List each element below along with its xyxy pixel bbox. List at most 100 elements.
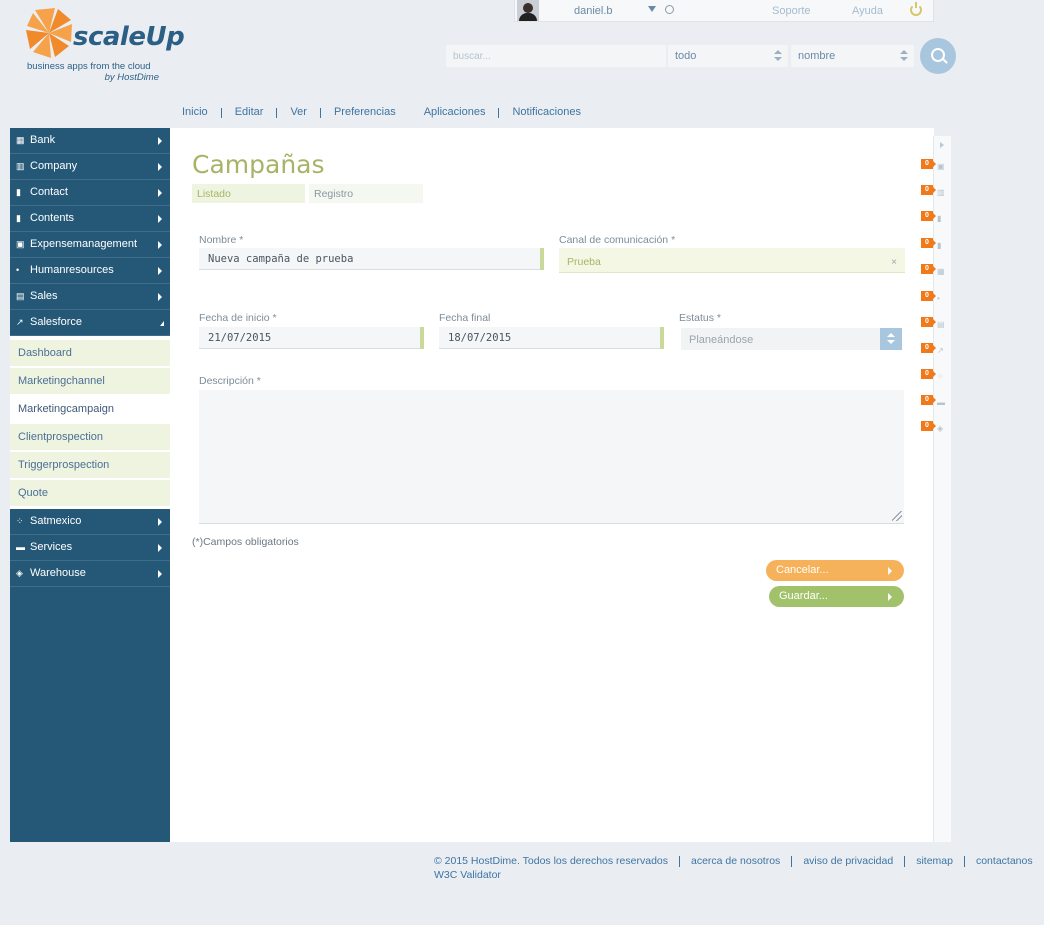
help-link[interactable]: Ayuda (852, 5, 883, 17)
estatus-select[interactable]: Planeándose (681, 328, 902, 350)
search-input[interactable]: buscar... (446, 45, 666, 67)
sidebar-subitem-dashboard[interactable]: Dashboard (10, 340, 170, 366)
estatus-value: Planeándose (689, 334, 754, 346)
grid-icon: ⁘ (16, 516, 24, 526)
money-icon: ▣ (16, 239, 25, 249)
notification-contact-book[interactable]: 0 ▮ (921, 211, 949, 227)
sidebar-subitem-marketingcampaign[interactable]: Marketingcampaign (10, 396, 170, 422)
notification-people[interactable]: 0 • (921, 291, 949, 307)
updown-icon (774, 50, 782, 62)
notification-bank[interactable]: 0 ▦ (921, 264, 949, 280)
sidebar-subitem-marketingchannel[interactable]: Marketingchannel (10, 368, 170, 394)
fecha-inicio-field[interactable]: 21/07/2015 (199, 327, 424, 349)
chevron-down-icon (160, 321, 164, 326)
menu-divider (276, 108, 278, 118)
notification-badge: 0 (921, 343, 936, 353)
page-title: Campañas (192, 150, 325, 179)
chevron-down-icon[interactable] (648, 6, 656, 12)
menu-notificaciones[interactable]: Notificaciones (512, 106, 580, 118)
menu-aplicaciones[interactable]: Aplicaciones (424, 106, 486, 118)
sidebar-item-sales[interactable]: ▤ Sales (10, 284, 170, 310)
canal-select[interactable]: Prueba × (559, 248, 905, 273)
chevron-right-icon (888, 567, 892, 575)
search-button[interactable] (920, 38, 956, 74)
fecha-final-field[interactable]: 18/07/2015 (439, 327, 664, 349)
notification-box[interactable]: 0 ◈ (921, 421, 949, 437)
footer-sitemap-link[interactable]: sitemap (916, 855, 953, 867)
sidebar-item-contents[interactable]: ▮ Contents (10, 206, 170, 232)
sidebar-item-warehouse[interactable]: ◈ Warehouse (10, 561, 170, 587)
chevron-right-icon (158, 137, 162, 145)
field-select[interactable]: nombre (791, 45, 914, 67)
menu-ver[interactable]: Ver (290, 106, 307, 118)
calculator-icon: ▤ (16, 291, 25, 301)
notification-badge: 0 (921, 395, 936, 405)
sidebar-item-label: Sales (30, 290, 58, 302)
nombre-label: Nombre * (199, 234, 244, 246)
menu-inicio[interactable]: Inicio (182, 106, 208, 118)
menu-preferencias[interactable]: Preferencias (334, 106, 396, 118)
power-icon[interactable] (910, 2, 922, 16)
top-menu: Inicio Editar Ver Preferencias Aplicacio… (182, 106, 581, 118)
updown-icon (900, 50, 908, 62)
cancel-button[interactable]: Cancelar... (766, 560, 904, 581)
sidebar-item-company[interactable]: ▥ Company (10, 154, 170, 180)
expand-arrow-icon[interactable] (940, 142, 944, 148)
sidebar-item-bank[interactable]: ▦ Bank (10, 128, 170, 154)
descripcion-textarea[interactable] (199, 390, 904, 524)
sidebar-subitem-clientprospection[interactable]: Clientprospection (10, 424, 170, 450)
notification-badge: 0 (921, 421, 936, 431)
save-button[interactable]: Guardar... (769, 586, 904, 607)
footer-validator-link[interactable]: W3C Validator (434, 869, 501, 881)
sidebar-item-humanresources[interactable]: • Humanresources (10, 258, 170, 284)
notification-badge: 0 (921, 369, 936, 379)
building-icon: ▥ (937, 188, 945, 197)
clear-icon[interactable]: × (891, 257, 897, 268)
sidebar: ▦ Bank ▥ Company ▮ Contact ▮ Contents ▣ Expen… (10, 128, 170, 842)
chevron-right-icon (158, 241, 162, 249)
calculator-icon: ▤ (937, 320, 945, 329)
support-link[interactable]: Soporte (772, 5, 811, 17)
bank-icon: ▦ (16, 135, 25, 145)
logo-byline: by HostDime (104, 72, 159, 83)
notification-building[interactable]: 0 ▥ (921, 185, 949, 201)
notification-badge: 0 (921, 238, 936, 248)
notification-badge: 0 (921, 291, 936, 301)
notification-badge: 0 (921, 264, 936, 274)
sidebar-item-satmexico[interactable]: ⁘ Satmexico (10, 509, 170, 535)
tab-listado[interactable]: Listado (192, 184, 305, 203)
tab-registro[interactable]: Registro (309, 184, 423, 203)
chevron-right-icon (158, 293, 162, 301)
sidebar-item-expensemanagement[interactable]: ▣ Expensemanagement (10, 232, 170, 258)
notification-money[interactable]: 0 ▣ (921, 159, 949, 175)
sidebar-item-label: Services (30, 541, 73, 553)
footer-copyright: © 2015 HostDime. Todos los derechos rese… (434, 855, 668, 867)
footer-privacy-link[interactable]: aviso de privacidad (803, 855, 893, 867)
sidebar-item-label: Humanresources (30, 264, 114, 276)
nombre-field[interactable]: Nueva campaña de prueba (199, 248, 544, 270)
notification-calculator[interactable]: 0 ▤ (921, 317, 949, 333)
username[interactable]: daniel.b (574, 5, 613, 17)
footer-about-link[interactable]: acerca de nosotros (691, 855, 780, 867)
sidebar-item-contact[interactable]: ▮ Contact (10, 180, 170, 206)
chevron-right-icon (158, 570, 162, 578)
footer-contact-link[interactable]: contactanos (976, 855, 1033, 867)
sidebar-item-label: Contact (30, 186, 68, 198)
notification-trend[interactable]: 0 ↗ (921, 343, 949, 359)
canal-value: Prueba (567, 256, 601, 268)
sidebar-subitem-quote[interactable]: Quote (10, 480, 170, 506)
status-circle-icon (665, 5, 674, 14)
resize-handle-icon[interactable] (892, 511, 902, 521)
sidebar-item-label: Contents (30, 212, 75, 224)
sidebar-item-salesforce[interactable]: ↗ Salesforce (10, 310, 170, 336)
logo[interactable]: scaleUp business apps from the cloud by … (25, 8, 185, 88)
scope-select[interactable]: todo (668, 45, 788, 67)
notification-briefcase[interactable]: 0 ▬ (921, 395, 949, 411)
briefcase-icon: ▬ (937, 398, 945, 407)
sidebar-item-services[interactable]: ▬ Services (10, 535, 170, 561)
avatar[interactable] (517, 0, 539, 21)
notification-grid[interactable]: 0 ⁘ (921, 369, 949, 385)
sidebar-subitem-triggerprospection[interactable]: Triggerprospection (10, 452, 170, 478)
menu-editar[interactable]: Editar (235, 106, 264, 118)
notification-bookmark[interactable]: 0 ▮ (921, 238, 949, 254)
